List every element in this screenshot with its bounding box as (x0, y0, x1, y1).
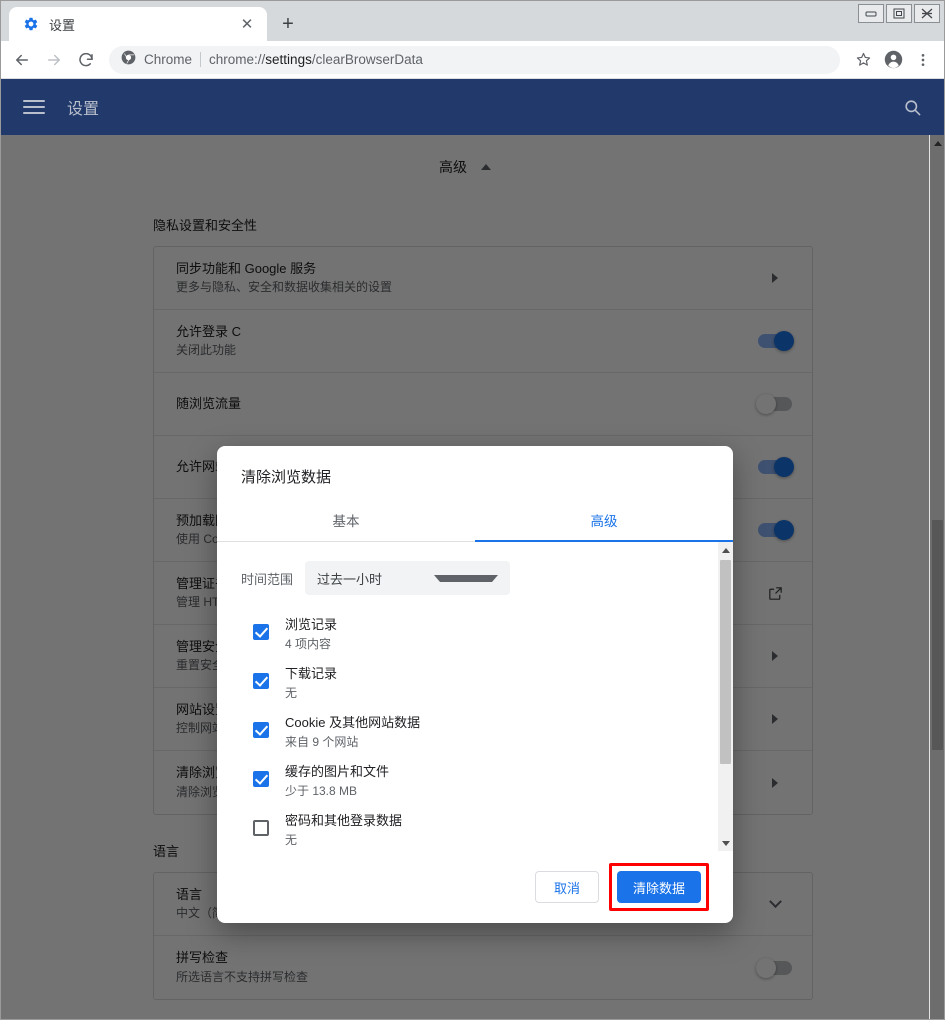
cancel-button[interactable]: 取消 (534, 871, 599, 903)
time-range-value: 过去一小时 (317, 571, 383, 587)
chevron-down-icon (434, 574, 499, 582)
scroll-down-icon[interactable] (718, 835, 733, 851)
time-range-label: 时间范围 (241, 571, 294, 587)
omnibox-url: chrome://settings/clearBrowserData (209, 52, 423, 67)
highlight-rectangle: 清除数据 (608, 863, 709, 911)
settings-header: 设置 (1, 79, 944, 135)
scrollbar-dim (930, 135, 944, 1019)
checkbox-sublabel: 4 项内容 (285, 637, 332, 652)
checkbox-sublabel: 来自 9 个网站 (285, 735, 359, 750)
checkbox-row[interactable]: Cookie 及其他网站数据 来自 9 个网站 (217, 708, 718, 757)
gear-icon (23, 16, 39, 32)
dialog-title: 清除浏览数据 (241, 469, 332, 486)
checkbox-row[interactable]: 缓存的图片和文件 少于 13.8 MB (217, 757, 718, 806)
checkbox-text: 缓存的图片和文件 少于 13.8 MB (285, 757, 389, 801)
account-icon[interactable] (878, 45, 908, 75)
url-suffix: /clearBrowserData (311, 52, 423, 67)
checkbox[interactable] (253, 820, 269, 836)
reload-icon[interactable] (71, 45, 101, 75)
search-icon[interactable] (903, 98, 922, 117)
maximize-button[interactable] (886, 4, 912, 23)
clear-browsing-data-dialog: 清除浏览数据 基本 高级 时间范围 过去一小时 浏览记录 4 项内容 下载记录 … (217, 446, 733, 923)
checkbox-label: Cookie 及其他网站数据 (285, 715, 421, 730)
time-range-field: 时间范围 过去一小时 (217, 556, 718, 600)
address-bar[interactable]: Chrome chrome://settings/clearBrowserDat… (109, 45, 840, 74)
omnibox-chrome-label: Chrome (144, 52, 193, 67)
checkbox[interactable] (253, 673, 269, 689)
page-scrollbar[interactable] (929, 135, 944, 1019)
checkbox-row[interactable]: 下载记录 无 (217, 659, 718, 708)
checkbox-text: Cookie 及其他网站数据 来自 9 个网站 (285, 708, 420, 752)
tab-strip: 设置 ✕ + (1, 1, 944, 41)
tab-basic[interactable]: 基本 (217, 498, 475, 541)
chrome-icon (121, 50, 136, 70)
hamburger-icon[interactable] (23, 100, 45, 114)
tab-advanced[interactable]: 高级 (475, 498, 733, 542)
tab-title: 设置 (49, 17, 76, 33)
dialog-scroll-area: 时间范围 过去一小时 浏览记录 4 项内容 下载记录 无 Cookie 及其他网… (217, 542, 718, 851)
bookmark-star-icon[interactable] (848, 45, 878, 75)
back-icon[interactable] (7, 45, 37, 75)
checkbox[interactable] (253, 771, 269, 787)
more-menu-icon[interactable] (908, 45, 938, 75)
dialog-footer: 取消 清除数据 (217, 851, 733, 923)
checkbox-row[interactable]: 密码和其他登录数据 无 (217, 806, 718, 851)
close-button[interactable] (914, 4, 940, 23)
url-prefix: chrome:// (209, 52, 266, 67)
checkbox-row[interactable]: 浏览记录 4 项内容 (217, 610, 718, 659)
minimize-button[interactable] (858, 4, 884, 23)
scrollbar-thumb[interactable] (720, 560, 731, 764)
dialog-tabs: 基本 高级 (217, 498, 733, 542)
settings-page: 高级 隐私设置和安全性 同步功能和 Google 服务 更多与隐私、安全和数据收… (1, 135, 944, 1019)
omnibox-separator (200, 52, 202, 67)
url-emphasis: settings (265, 52, 312, 67)
checkbox-text: 浏览记录 4 项内容 (285, 610, 337, 654)
checkbox[interactable] (253, 722, 269, 738)
checkbox-text: 密码和其他登录数据 无 (285, 806, 402, 850)
forward-icon (39, 45, 69, 75)
checkbox-sublabel: 无 (285, 833, 298, 848)
close-icon[interactable]: ✕ (237, 14, 257, 34)
checkbox-label: 密码和其他登录数据 (285, 813, 403, 828)
toolbar-actions (848, 45, 938, 75)
page-title: 设置 (67, 101, 100, 118)
window-controls (858, 4, 940, 23)
checkbox-label: 浏览记录 (285, 617, 338, 632)
browser-tab-settings[interactable]: 设置 ✕ (9, 7, 267, 41)
checkbox-text: 下载记录 无 (285, 659, 337, 703)
time-range-select[interactable]: 过去一小时 (305, 561, 511, 595)
checkbox-label: 下载记录 (285, 666, 338, 681)
checkbox-sublabel: 无 (285, 686, 298, 701)
browser-toolbar: Chrome chrome://settings/clearBrowserDat… (1, 41, 944, 79)
clear-data-button[interactable]: 清除数据 (616, 871, 701, 903)
scroll-up-icon[interactable] (718, 542, 733, 558)
checkbox-label: 缓存的图片和文件 (285, 764, 390, 779)
new-tab-button[interactable]: + (273, 9, 303, 39)
dialog-body: 时间范围 过去一小时 浏览记录 4 项内容 下载记录 无 Cookie 及其他网… (217, 542, 733, 851)
dialog-scrollbar[interactable] (718, 542, 733, 851)
data-type-checkbox-list: 浏览记录 4 项内容 下载记录 无 Cookie 及其他网站数据 来自 9 个网… (217, 600, 718, 851)
browser-window: 设置 ✕ + Chrome chrome://settings/clearBro… (0, 0, 945, 1020)
checkbox-sublabel: 少于 13.8 MB (285, 784, 358, 799)
checkbox[interactable] (253, 624, 269, 640)
